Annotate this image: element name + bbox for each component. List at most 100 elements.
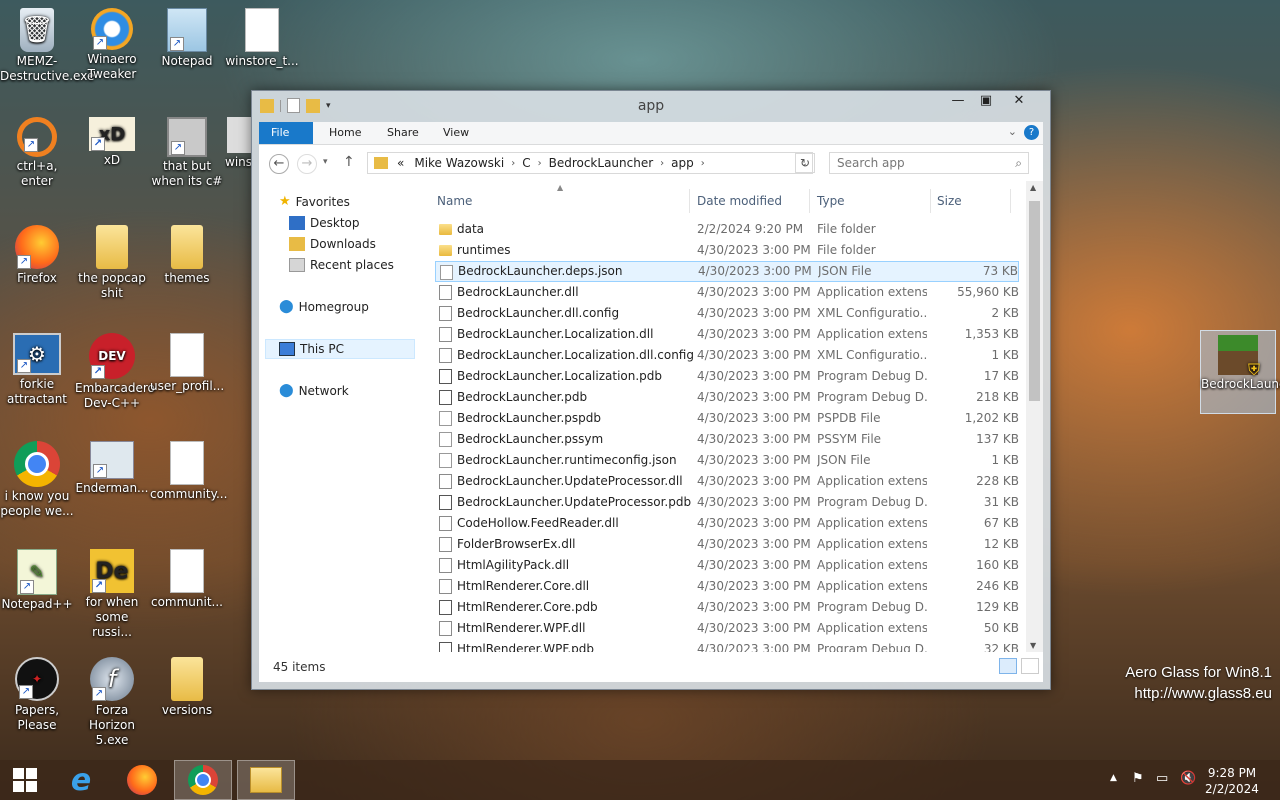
desktop-icon-notepadpp[interactable]: ✎ ↗ Notepad++ (0, 545, 74, 612)
file-row[interactable]: HtmlRenderer.Core.dll 4/30/2023 3:00 PM Ap… (435, 576, 1019, 597)
taskbar-chrome[interactable] (174, 760, 232, 800)
nav-recent-places[interactable]: Recent places (289, 255, 394, 275)
desktop-icon-forza[interactable]: f ↗ Forza Horizon 5.exe (75, 653, 149, 748)
desktop-icon-papers-please[interactable]: ✦ ↗ Papers, Please (0, 653, 74, 733)
desktop-icon-enderman[interactable]: ↗ Enderman... (75, 437, 149, 496)
desktop-icon-popcap[interactable]: the popcap shit (75, 221, 149, 301)
start-button[interactable] (0, 760, 50, 800)
file-row[interactable]: BedrockLauncher.Localization.dll 4/30/202… (435, 324, 1019, 345)
nav-desktop[interactable]: Desktop (289, 213, 360, 233)
file-row[interactable]: BedrockLauncher.UpdateProcessor.dll 4/30/… (435, 471, 1019, 492)
taskbar-file-explorer[interactable] (237, 760, 295, 800)
desktop-icon-memz[interactable]: 🗑 MEMZ-Destructive.exe (0, 4, 94, 84)
tab-view[interactable]: View (431, 122, 481, 144)
back-button[interactable]: ← (269, 154, 289, 174)
file-date: 4/30/2023 3:00 PM (697, 390, 811, 404)
desktop-icon-ctrl-a[interactable]: ↗ ctrl+a, enter (0, 113, 74, 189)
scroll-up-icon[interactable]: ▲ (1030, 183, 1036, 192)
desktop-icon-themes[interactable]: themes (150, 221, 224, 286)
details-view-button[interactable] (999, 658, 1017, 674)
volume-muted-icon[interactable]: 🔇 (1180, 771, 1196, 786)
close-button[interactable]: ✕ (1002, 91, 1036, 113)
desktop-icon-devcpp[interactable]: DEV ↗ Embarcadero Dev-C++ (75, 329, 155, 411)
file-row[interactable]: BedrockLauncher.runtimeconfig.json 4/30/2… (435, 450, 1019, 471)
tab-file[interactable]: File (259, 122, 313, 144)
scroll-down-icon[interactable]: ▼ (1030, 641, 1036, 650)
desktop-icon-firefox[interactable]: ↗ Firefox (0, 221, 74, 286)
desktop-icon-community1[interactable]: community... (150, 437, 227, 502)
chevron-right-icon[interactable]: › (509, 158, 517, 169)
chevron-right-icon[interactable]: › (658, 158, 666, 169)
vertical-scrollbar[interactable]: ▲ ▼ (1026, 181, 1043, 652)
file-row[interactable]: BedrockLauncher.pspdb 4/30/2023 3:00 PM PS… (435, 408, 1019, 429)
network-tray-icon[interactable]: ▭ (1156, 771, 1168, 786)
file-row[interactable]: HtmlRenderer.Core.pdb 4/30/2023 3:00 PM Pr… (435, 597, 1019, 618)
desktop-icon-chrome[interactable]: i know you people we... (0, 437, 74, 519)
file-row[interactable]: BedrockLauncher.Localization.pdb 4/30/202… (435, 366, 1019, 387)
column-header-date[interactable]: Date modified (697, 189, 782, 213)
nav-this-pc[interactable]: This PC (279, 339, 344, 359)
nav-favorites[interactable]: ★ Favorites (279, 192, 350, 212)
dll-file-icon (439, 516, 452, 531)
breadcrumb-bedrocklauncher[interactable]: BedrockLauncher (544, 156, 659, 170)
action-center-flag-icon[interactable]: ⚑ (1132, 771, 1144, 786)
refresh-button[interactable]: ↻ (795, 153, 815, 173)
desktop-icon-notepad[interactable]: ↗ Notepad (150, 4, 224, 69)
column-header-name[interactable]: Name (437, 189, 472, 213)
file-row[interactable]: data 2/2/2024 9:20 PM File folder (435, 219, 1019, 240)
desktop-icon-xd[interactable]: xD ↗ xD (75, 113, 149, 168)
desktop-icon-winstore[interactable]: winstore_t... (225, 4, 299, 69)
nav-network[interactable]: ⬤ Network (279, 381, 349, 401)
file-row[interactable]: HtmlRenderer.WPF.dll 4/30/2023 3:00 PM App… (435, 618, 1019, 639)
minimize-button[interactable]: — (944, 91, 972, 113)
desktop-icon-versions[interactable]: versions (150, 653, 224, 718)
show-hidden-icons-icon[interactable]: ▲ (1110, 773, 1117, 783)
scrollbar-thumb[interactable] (1029, 201, 1040, 401)
file-row[interactable]: BedrockLauncher.dll 4/30/2023 3:00 PM Appl… (435, 282, 1019, 303)
explorer-window[interactable]: ▾ app — ▣ ✕ File Home Share View ⌄ ? ← →… (251, 90, 1051, 690)
desktop-icon-russi[interactable]: De ↗ for when some russi... (75, 545, 149, 640)
desktop-icon-user-profile[interactable]: user_profil... (150, 329, 224, 394)
clock[interactable]: 9:28 PM 2/2/2024 (1202, 765, 1262, 797)
taskbar-internet-explorer[interactable]: e (52, 760, 110, 800)
file-row[interactable]: BedrockLauncher.pssym 4/30/2023 3:00 PM PS… (435, 429, 1019, 450)
search-input[interactable]: Search app ⌕ (829, 152, 1029, 174)
file-row[interactable]: BedrockLauncher.UpdateProcessor.pdb 4/30/… (435, 492, 1019, 513)
desktop-icon-forkie[interactable]: ⚙ ↗ forkie attractant (0, 329, 74, 407)
large-icons-view-button[interactable] (1021, 658, 1039, 674)
file-row[interactable]: HtmlRenderer.WPF.pdb 4/30/2023 3:00 PM Pro… (435, 639, 1019, 652)
tab-share[interactable]: Share (375, 122, 431, 144)
file-row[interactable]: BedrockLauncher.pdb 4/30/2023 3:00 PM Prog… (435, 387, 1019, 408)
maximize-button[interactable]: ▣ (972, 91, 1000, 113)
file-row[interactable]: FolderBrowserEx.dll 4/30/2023 3:00 PM Appl… (435, 534, 1019, 555)
chevron-right-icon[interactable]: › (699, 158, 707, 169)
recent-locations-icon[interactable]: ▾ (323, 157, 328, 167)
column-header-size[interactable]: Size (937, 189, 962, 213)
breadcrumb-app[interactable]: app (666, 156, 699, 170)
title-bar[interactable]: ▾ app — ▣ ✕ (252, 91, 1050, 121)
tab-home[interactable]: Home (317, 122, 373, 144)
help-icon[interactable]: ? (1024, 125, 1039, 140)
taskbar-firefox[interactable] (113, 760, 171, 800)
desktop-icon-bedrocklauncher[interactable]: ⛨ BedrockLauncher.exe (1200, 330, 1280, 414)
forward-button[interactable]: → (297, 154, 317, 174)
column-header-type[interactable]: Type (817, 189, 845, 213)
file-row[interactable]: CodeHollow.FeedReader.dll 4/30/2023 3:00 … (435, 513, 1019, 534)
chevron-right-icon[interactable]: › (536, 158, 544, 169)
address-bar[interactable]: « Mike Wazowski › C › BedrockLauncher › … (367, 152, 813, 174)
breadcrumb-mike-wazowski[interactable]: Mike Wazowski (409, 156, 509, 170)
desktop-icon-community2[interactable]: communit... (150, 545, 224, 610)
desktop-icon-csharp[interactable]: ↗ that but when its c# (150, 113, 224, 189)
breadcrumb-c[interactable]: C (517, 156, 535, 170)
up-button[interactable]: ↑ (343, 154, 355, 170)
file-row[interactable]: BedrockLauncher.dll.config 4/30/2023 3:00… (435, 303, 1019, 324)
file-row[interactable]: BedrockLauncher.deps.json 4/30/2023 3:00 … (435, 261, 1019, 282)
ribbon-expand-icon[interactable]: ⌄ (1008, 125, 1017, 138)
desktop-icon-winaero[interactable]: ↗ Winaero Tweaker (75, 4, 149, 82)
breadcrumb-overflow[interactable]: « (392, 156, 409, 170)
file-row[interactable]: runtimes 4/30/2023 3:00 PM File folder (435, 240, 1019, 261)
nav-homegroup[interactable]: ⬤ Homegroup (279, 297, 369, 317)
file-row[interactable]: BedrockLauncher.Localization.dll.config 4… (435, 345, 1019, 366)
nav-downloads[interactable]: Downloads (289, 234, 376, 254)
file-row[interactable]: HtmlAgilityPack.dll 4/30/2023 3:00 PM Appl… (435, 555, 1019, 576)
